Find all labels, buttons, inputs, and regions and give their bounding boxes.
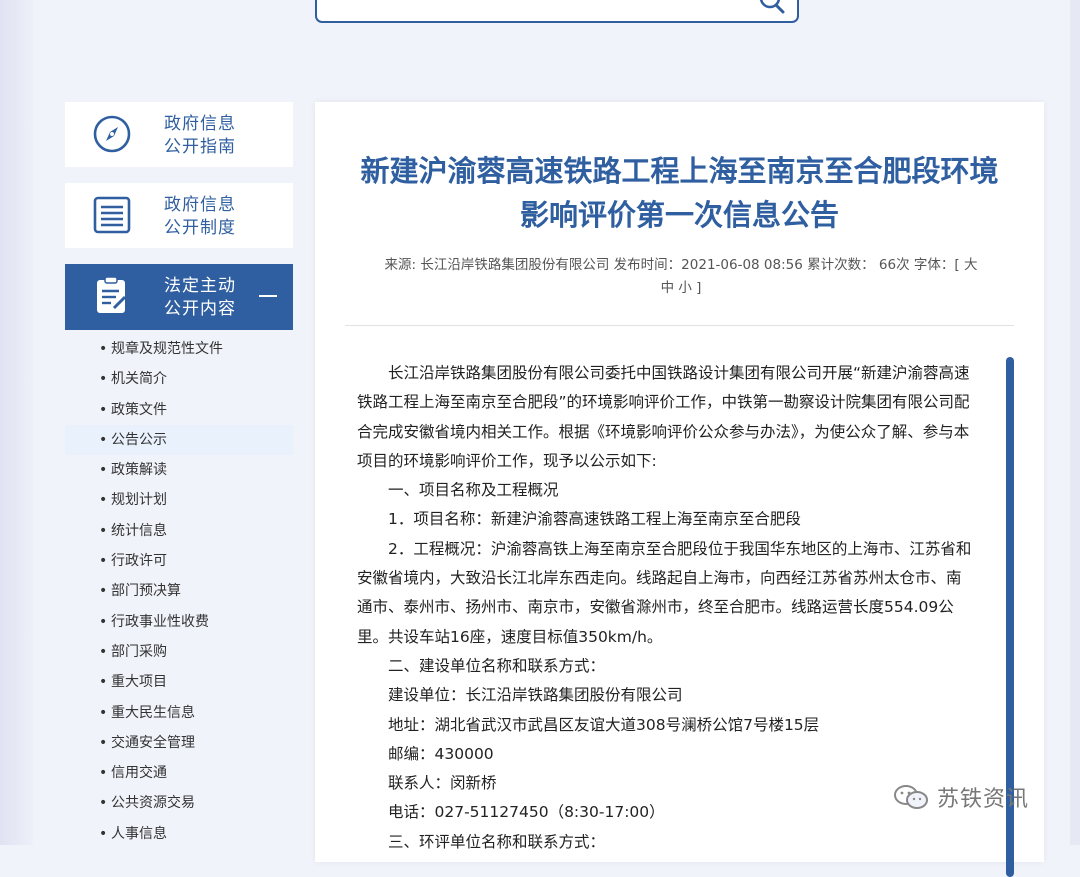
article-paragraph: 三、环评单位名称和联系方式： xyxy=(388,832,606,851)
sidebar-card-guide[interactable]: 政府信息 公开指南 xyxy=(65,102,293,167)
sidebar-subitem[interactable]: • 重大民生信息 xyxy=(65,698,293,728)
article-body: 长江沿岸铁路集团股份有限公司委托中国铁路设计集团有限公司开展“新建沪渝蓉高速铁路… xyxy=(357,359,972,857)
sidebar-subitem-label: 公共资源交易 xyxy=(111,795,195,812)
sidebar-card-statutory[interactable]: 法定主动 公开内容 xyxy=(65,264,293,330)
sidebar-subitem[interactable]: • 公共资源交易 xyxy=(65,788,293,818)
sidebar-card-label: 政府信息 公开制度 xyxy=(164,195,236,238)
sidebar-subitem[interactable]: • 规章及规范性文件 xyxy=(65,334,293,364)
bullet-icon: • xyxy=(99,674,108,691)
bullet-icon: • xyxy=(99,341,108,357)
sidebar-subitem-label: 重大民生信息 xyxy=(111,704,195,721)
bullet-icon: • xyxy=(99,431,108,448)
article-paragraph: 联系人：闵新桥 xyxy=(388,774,497,793)
bullet-icon: • xyxy=(99,583,108,600)
sidebar-subitem-label: 公告公示 xyxy=(111,431,167,448)
sidebar-subitem-label: 机关简介 xyxy=(111,371,167,388)
sidebar-subitem[interactable]: • 政策文件 xyxy=(65,395,293,425)
sidebar-subitem-label: 交通安全管理 xyxy=(111,734,195,751)
sidebar-subitem[interactable]: • 规划计划 xyxy=(65,485,293,515)
bullet-icon: • xyxy=(99,825,108,842)
sidebar-subitem-label: 政策解读 xyxy=(111,462,167,479)
sidebar-subitem-label: 人事信息 xyxy=(111,825,167,842)
bullet-icon: • xyxy=(99,795,108,812)
article-paragraph: 地址：湖北省武汉市武昌区友谊大道308号澜桥公馆7号楼15层 xyxy=(388,715,820,734)
search-icon[interactable] xyxy=(755,0,785,18)
list-icon xyxy=(93,196,131,234)
sidebar-subitem[interactable]: • 部门预决算 xyxy=(65,576,293,606)
sidebar-subitem-label: 规划计划 xyxy=(111,492,167,509)
bullet-icon: • xyxy=(99,462,108,479)
watermark-text: 苏铁资讯 xyxy=(937,787,1030,812)
bullet-icon: • xyxy=(99,613,108,630)
collapse-icon[interactable] xyxy=(259,295,277,297)
bullet-icon: • xyxy=(99,643,108,660)
bullet-icon: • xyxy=(99,492,108,509)
sidebar-subitem[interactable]: • 机关简介 xyxy=(65,364,293,394)
sidebar-subitem-label: 政策文件 xyxy=(111,401,167,418)
article-meta: 来源: 长江沿岸铁路集团股份有限公司 发布时间：2021-06-08 08:56… xyxy=(343,254,1019,300)
bullet-icon: • xyxy=(99,704,108,721)
sidebar-card-label: 法定主动 公开内容 xyxy=(164,276,236,319)
sidebar-subitem[interactable]: • 部门采购 xyxy=(65,637,293,667)
page-left-margin xyxy=(0,0,33,845)
article-paragraph: 2．工程概况：沪渝蓉高铁上海至南京至合肥段位于我国华东地区的上海市、江苏省和安徽… xyxy=(357,539,972,646)
article-card: 新建沪渝蓉高速铁路工程上海至南京至合肥段环境 影响评价第一次信息公告 来源: 长… xyxy=(315,102,1044,877)
sidebar-subitem-label: 规章及规范性文件 xyxy=(111,341,223,357)
sidebar-subitem-label: 信用交通 xyxy=(111,765,167,782)
sidebar-subitem[interactable]: • 行政许可 xyxy=(65,546,293,576)
article-paragraph: 一、项目名称及工程概况 xyxy=(388,481,559,500)
divider xyxy=(345,325,1014,326)
sidebar-subitem[interactable]: • 公告公示 xyxy=(65,424,293,456)
document-edit-icon xyxy=(97,276,127,313)
bullet-icon: • xyxy=(99,371,108,388)
page-right-margin xyxy=(1070,0,1080,845)
search-input[interactable] xyxy=(315,0,799,23)
sidebar-subitem-label: 部门采购 xyxy=(111,643,167,660)
sidebar-subitem[interactable]: • 重大项目 xyxy=(65,667,293,697)
bullet-icon: • xyxy=(99,734,108,751)
sidebar-card-system[interactable]: 政府信息 公开制度 xyxy=(65,183,293,248)
compass-icon xyxy=(93,115,131,153)
wechat-icon xyxy=(894,785,928,809)
sidebar-subitem[interactable]: • 交通安全管理 xyxy=(65,728,293,758)
sidebar-subitem-label: 重大项目 xyxy=(111,674,167,691)
article-paragraph: 电话：027-51127450（8:30-17:00） xyxy=(388,803,665,822)
sidebar-subitem-label: 行政事业性收费 xyxy=(111,613,209,630)
bullet-icon: • xyxy=(99,522,108,539)
sidebar-subitem[interactable]: • 政策解读 xyxy=(65,455,293,485)
sidebar-subitem[interactable]: • 行政事业性收费 xyxy=(65,607,293,637)
sidebar-subitem[interactable]: • 信用交通 xyxy=(65,758,293,788)
article-paragraph: 二、建设单位名称和联系方式： xyxy=(388,656,606,675)
sidebar-subitem-label: 行政许可 xyxy=(111,553,167,570)
sidebar-subitem[interactable]: • 统计信息 xyxy=(65,516,293,546)
sidebar-submenu: • 规章及规范性文件 • 机关简介 • 政策文件 • 公告公示 • 政策解读 • 规划计划 • 统计信息 •… xyxy=(65,330,293,849)
bullet-icon: • xyxy=(99,765,108,782)
font-size-selector[interactable]: 中 小 ] xyxy=(343,277,1019,300)
article-paragraph: 1．项目名称：新建沪渝蓉高速铁路工程上海至南京至合肥段 xyxy=(388,510,801,529)
article-paragraph: 邮编：430000 xyxy=(388,744,494,763)
bullet-icon: • xyxy=(99,401,108,418)
sidebar-subitem-label: 统计信息 xyxy=(111,522,167,539)
article-paragraph: 建设单位：长江沿岸铁路集团股份有限公司 xyxy=(388,686,683,705)
bullet-icon: • xyxy=(99,553,108,570)
sidebar-subitem-label: 部门预决算 xyxy=(111,583,181,600)
sidebar-card-label: 政府信息 公开指南 xyxy=(164,114,236,157)
article-title: 新建沪渝蓉高速铁路工程上海至南京至合肥段环境 影响评价第一次信息公告 xyxy=(360,154,999,232)
sidebar: 政府信息 公开指南 政府信息 公开制度 法定主动 公开内容 • 规章及规范性文件 • 机关简… xyxy=(65,102,293,849)
watermark: 苏铁资讯 xyxy=(893,783,1030,812)
article-paragraph: 长江沿岸铁路集团股份有限公司委托中国铁路设计集团有限公司开展“新建沪渝蓉高速铁路… xyxy=(357,364,970,470)
